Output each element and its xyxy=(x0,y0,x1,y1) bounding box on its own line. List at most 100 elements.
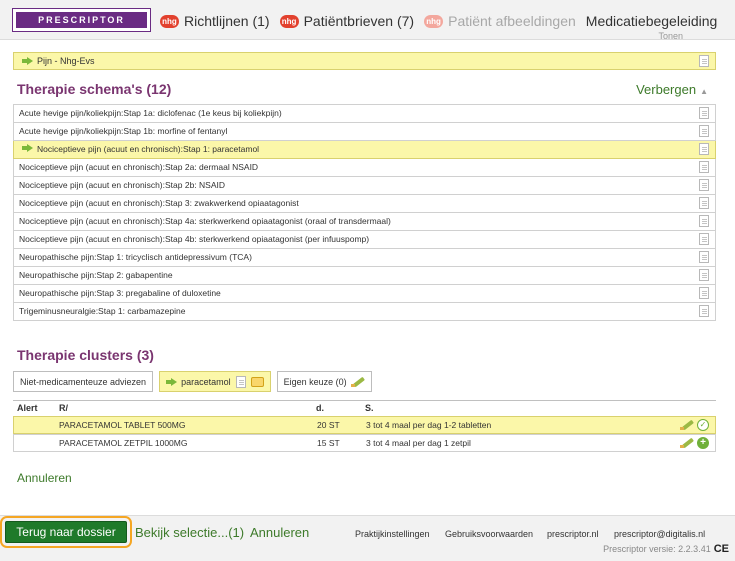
tonen-link[interactable]: Tonen xyxy=(658,31,683,41)
add-icon[interactable]: + xyxy=(697,437,709,449)
tab-niet-medicamenteus-label: Niet-medicamenteuze adviezen xyxy=(20,376,147,387)
nav-links: nhg Richtlijnen (1) nhg Patiëntbrieven (… xyxy=(160,11,723,31)
nav-medicatiebegeleiding[interactable]: Medicatiebegeleiding xyxy=(586,13,718,29)
schema-label: Nociceptieve pijn (acuut en chronisch):S… xyxy=(19,198,299,208)
ce-mark: CE xyxy=(713,543,729,555)
nav-patientbrieven[interactable]: nhg Patiëntbrieven (7) xyxy=(279,13,415,29)
schema-row[interactable]: Neuropathische pijn:Stap 3: pregabaline … xyxy=(13,285,716,303)
schema-label: Acute hevige pijn/koliekpijn:Stap 1b: mo… xyxy=(19,126,228,136)
document-icon[interactable] xyxy=(699,269,709,281)
edit-pencil-icon[interactable] xyxy=(350,377,365,387)
document-icon[interactable] xyxy=(699,197,709,209)
arrow-right-icon xyxy=(166,377,178,386)
annuleren-link[interactable]: Annuleren xyxy=(17,471,72,485)
terug-naar-dossier-button[interactable]: Terug naar dossier xyxy=(0,516,132,548)
document-icon[interactable] xyxy=(699,107,709,119)
document-icon[interactable] xyxy=(699,251,709,263)
schema-label: Neuropathische pijn:Stap 1: tricyclisch … xyxy=(19,252,252,262)
document-icon[interactable] xyxy=(699,287,709,299)
schema-row[interactable]: Acute hevige pijn/koliekpijn:Stap 1a: di… xyxy=(13,105,716,123)
version-text: Prescriptor versie: 2.2.3.41 xyxy=(603,544,711,554)
schema-label: Neuropathische pijn:Stap 3: pregabaline … xyxy=(19,288,221,298)
schema-row[interactable]: Nociceptieve pijn (acuut en chronisch):S… xyxy=(13,159,716,177)
document-icon[interactable] xyxy=(699,305,709,317)
schema-row[interactable]: Trigeminusneuralgie:Stap 1: carbamazepin… xyxy=(13,303,716,321)
nav-richtlijnen-label: Richtlijnen (1) xyxy=(184,13,270,29)
schema-row[interactable]: Nociceptieve pijn (acuut en chronisch):S… xyxy=(13,231,716,249)
gebruiksvoorwaarden-link[interactable]: Gebruiksvoorwaarden xyxy=(445,529,533,539)
edit-pencil-icon[interactable] xyxy=(680,420,694,430)
schema-label: Nociceptieve pijn (acuut en chronisch):S… xyxy=(19,162,259,172)
tab-paracetamol-label: paracetamol xyxy=(181,376,231,387)
tab-niet-medicamenteus[interactable]: Niet-medicamenteuze adviezen xyxy=(13,371,154,392)
document-icon[interactable] xyxy=(699,179,709,191)
schema-row[interactable]: Neuropathische pijn:Stap 2: gabapentine xyxy=(13,267,716,285)
header-r: R/ xyxy=(59,403,68,413)
therapie-schemas-title: Therapie schema's (12) xyxy=(17,81,172,97)
praktijkinstellingen-link[interactable]: Praktijkinstellingen xyxy=(355,529,430,539)
edit-pencil-icon[interactable] xyxy=(680,438,694,448)
schema-label: Nociceptieve pijn (acuut en chronisch):S… xyxy=(19,216,391,226)
folder-icon[interactable] xyxy=(250,376,264,387)
schema-row[interactable]: Nociceptieve pijn (acuut en chronisch):S… xyxy=(13,141,716,159)
header-alert: Alert xyxy=(17,403,38,413)
bekijk-selectie-link[interactable]: Bekijk selectie...(1) xyxy=(135,525,244,540)
tab-paracetamol[interactable]: paracetamol xyxy=(159,371,271,392)
row-actions: ✓ xyxy=(676,419,709,431)
indication-label: Pijn - Nhg-Evs xyxy=(37,56,95,66)
schema-label: Neuropathische pijn:Stap 2: gabapentine xyxy=(19,270,173,280)
header-d: d. xyxy=(316,403,324,413)
nav-patient-afbeeldingen: nhg Patiënt afbeeldingen xyxy=(424,13,576,29)
schema-row[interactable]: Nociceptieve pijn (acuut en chronisch):S… xyxy=(13,177,716,195)
schema-label: Nociceptieve pijn (acuut en chronisch):S… xyxy=(37,144,260,154)
document-icon[interactable] xyxy=(699,161,709,173)
footer-annuleren-link[interactable]: Annuleren xyxy=(250,525,309,540)
tab-eigen-keuze-label: Eigen keuze (0) xyxy=(283,376,347,387)
medication-dosage: 3 tot 4 maal per dag 1-2 tabletten xyxy=(366,420,492,430)
verbergen-label: Verbergen xyxy=(636,82,697,97)
medication-name: PARACETAMOL TABLET 500MG xyxy=(59,420,186,430)
document-icon[interactable] xyxy=(235,375,246,388)
schema-label: Trigeminusneuralgie:Stap 1: carbamazepin… xyxy=(19,306,186,316)
check-icon[interactable]: ✓ xyxy=(697,419,709,431)
document-icon[interactable] xyxy=(699,215,709,227)
selected-indication-row[interactable]: Pijn - Nhg-Evs xyxy=(13,52,716,70)
schema-row[interactable]: Neuropathische pijn:Stap 1: tricyclisch … xyxy=(13,249,716,267)
arrow-right-icon xyxy=(22,57,33,65)
prescriptor-logo[interactable]: PRESCRIPTOR xyxy=(12,8,151,32)
chevron-up-icon: ▲ xyxy=(700,87,708,96)
prescriptor-site-link[interactable]: prescriptor.nl xyxy=(547,529,599,539)
nav-patientbrieven-label: Patiëntbrieven (7) xyxy=(303,13,415,29)
version-info: Prescriptor versie: 2.2.3.41 CE xyxy=(603,543,729,555)
medication-dosage: 3 tot 4 maal per dag 1 zetpil xyxy=(366,438,471,448)
medication-quantity: 20 ST xyxy=(317,420,340,430)
cluster-tabs: Niet-medicamenteuze adviezen paracetamol… xyxy=(13,371,372,393)
document-icon[interactable] xyxy=(699,125,709,137)
email-link[interactable]: prescriptor@digitalis.nl xyxy=(614,529,705,539)
nav-richtlijnen[interactable]: nhg Richtlijnen (1) xyxy=(160,13,270,29)
verbergen-toggle[interactable]: Verbergen ▲ xyxy=(636,82,708,97)
therapie-clusters-title: Therapie clusters (3) xyxy=(17,347,154,363)
header-s: S. xyxy=(365,403,374,413)
medication-table: Alert R/ d. S. PARACETAMOL TABLET 500MG … xyxy=(13,400,716,452)
nhg-icon: nhg xyxy=(160,14,179,28)
nhg-icon: nhg xyxy=(424,14,444,28)
footer: Terug naar dossier Bekijk selectie...(1)… xyxy=(0,515,735,561)
nav-medicatiebegeleiding-label: Medicatiebegeleiding xyxy=(585,13,718,29)
schema-row[interactable]: Nociceptieve pijn (acuut en chronisch):S… xyxy=(13,213,716,231)
document-icon[interactable] xyxy=(699,233,709,245)
table-row[interactable]: PARACETAMOL ZETPIL 1000MG 15 ST 3 tot 4 … xyxy=(13,434,716,452)
schema-label: Nociceptieve pijn (acuut en chronisch):S… xyxy=(19,180,225,190)
arrow-right-icon xyxy=(22,144,33,152)
document-icon[interactable] xyxy=(699,55,709,67)
tab-eigen-keuze[interactable]: Eigen keuze (0) xyxy=(276,371,372,392)
schema-label: Acute hevige pijn/koliekpijn:Stap 1a: di… xyxy=(19,108,282,118)
schema-row[interactable]: Nociceptieve pijn (acuut en chronisch):S… xyxy=(13,195,716,213)
schema-list: Acute hevige pijn/koliekpijn:Stap 1a: di… xyxy=(13,104,716,321)
table-row[interactable]: PARACETAMOL TABLET 500MG 20 ST 3 tot 4 m… xyxy=(13,416,716,434)
schema-label: Nociceptieve pijn (acuut en chronisch):S… xyxy=(19,234,370,244)
schema-row[interactable]: Acute hevige pijn/koliekpijn:Stap 1b: mo… xyxy=(13,123,716,141)
document-icon[interactable] xyxy=(699,143,709,155)
table-header: Alert R/ d. S. xyxy=(13,400,716,416)
medication-quantity: 15 ST xyxy=(317,438,340,448)
